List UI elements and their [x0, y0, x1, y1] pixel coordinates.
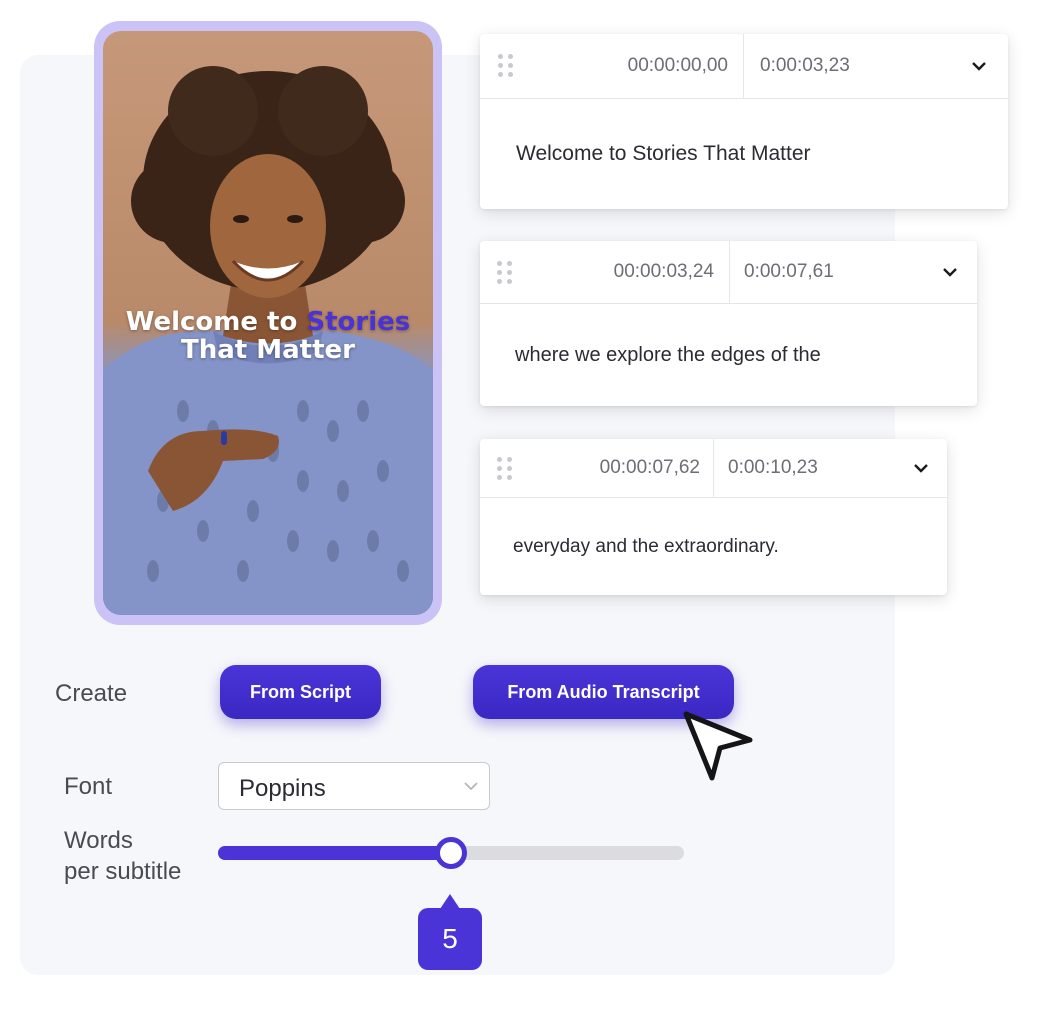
value-tooltip-arrow — [440, 894, 460, 909]
preview-caption: Welcome to Stories That Matter — [103, 308, 433, 364]
divider — [743, 34, 744, 98]
subtitle-card-header: 00:00:00,00 0:00:03,23 — [480, 34, 1008, 99]
font-label: Font — [64, 773, 113, 800]
subtitle-end-time[interactable]: 0:00:07,61 — [744, 241, 834, 303]
video-preview-frame: Welcome to Stories That Matter — [94, 21, 442, 625]
words-slider-thumb[interactable] — [435, 837, 467, 869]
drag-handle-icon[interactable] — [497, 457, 513, 481]
drag-handle-icon[interactable] — [498, 54, 514, 78]
subtitle-text[interactable]: Welcome to Stories That Matter — [516, 142, 811, 166]
subtitle-card-header: 00:00:03,24 0:00:07,61 — [480, 241, 977, 304]
words-slider-fill — [218, 846, 451, 860]
subtitle-card[interactable]: 00:00:03,24 0:00:07,61 where we explore … — [480, 241, 977, 406]
words-value-tooltip: 5 — [418, 908, 482, 970]
subtitle-card[interactable]: 00:00:07,62 0:00:10,23 everyday and the … — [480, 439, 947, 595]
words-per-subtitle-label: Words per subtitle — [64, 825, 181, 887]
caption-line2: That Matter — [180, 335, 355, 365]
subtitle-text[interactable]: everyday and the extraordinary. — [513, 536, 779, 558]
font-select[interactable]: Poppins — [218, 762, 490, 810]
subtitle-card-header: 00:00:07,62 0:00:10,23 — [480, 439, 947, 498]
chevron-down-icon[interactable] — [942, 264, 958, 280]
divider — [729, 241, 730, 303]
font-select-value: Poppins — [239, 775, 326, 802]
subtitle-start-time[interactable]: 00:00:07,62 — [560, 439, 700, 497]
subtitle-card[interactable]: 00:00:00,00 0:00:03,23 Welcome to Storie… — [480, 34, 1008, 209]
caption-accent: Stories — [306, 307, 411, 337]
chevron-down-icon[interactable] — [913, 460, 929, 476]
from-script-button[interactable]: From Script — [220, 665, 381, 719]
subtitle-end-time[interactable]: 0:00:10,23 — [728, 439, 818, 497]
divider — [713, 439, 714, 497]
chevron-down-icon[interactable] — [971, 58, 987, 74]
subtitle-text[interactable]: where we explore the edges of the — [515, 344, 821, 367]
words-label-line1: Words — [64, 827, 133, 854]
create-label: Create — [55, 680, 128, 707]
caption-prefix: Welcome to — [125, 307, 307, 337]
chevron-down-icon — [464, 782, 478, 791]
subtitle-start-time[interactable]: 00:00:00,00 — [560, 34, 728, 98]
words-label-line2: per subtitle — [64, 858, 182, 885]
mouse-cursor-icon — [683, 711, 753, 781]
subtitle-end-time[interactable]: 0:00:03,23 — [760, 34, 850, 98]
drag-handle-icon[interactable] — [497, 261, 513, 285]
video-preview[interactable]: Welcome to Stories That Matter — [103, 31, 433, 615]
words-slider-track[interactable] — [218, 837, 684, 869]
subtitle-start-time[interactable]: 00:00:03,24 — [560, 241, 714, 303]
